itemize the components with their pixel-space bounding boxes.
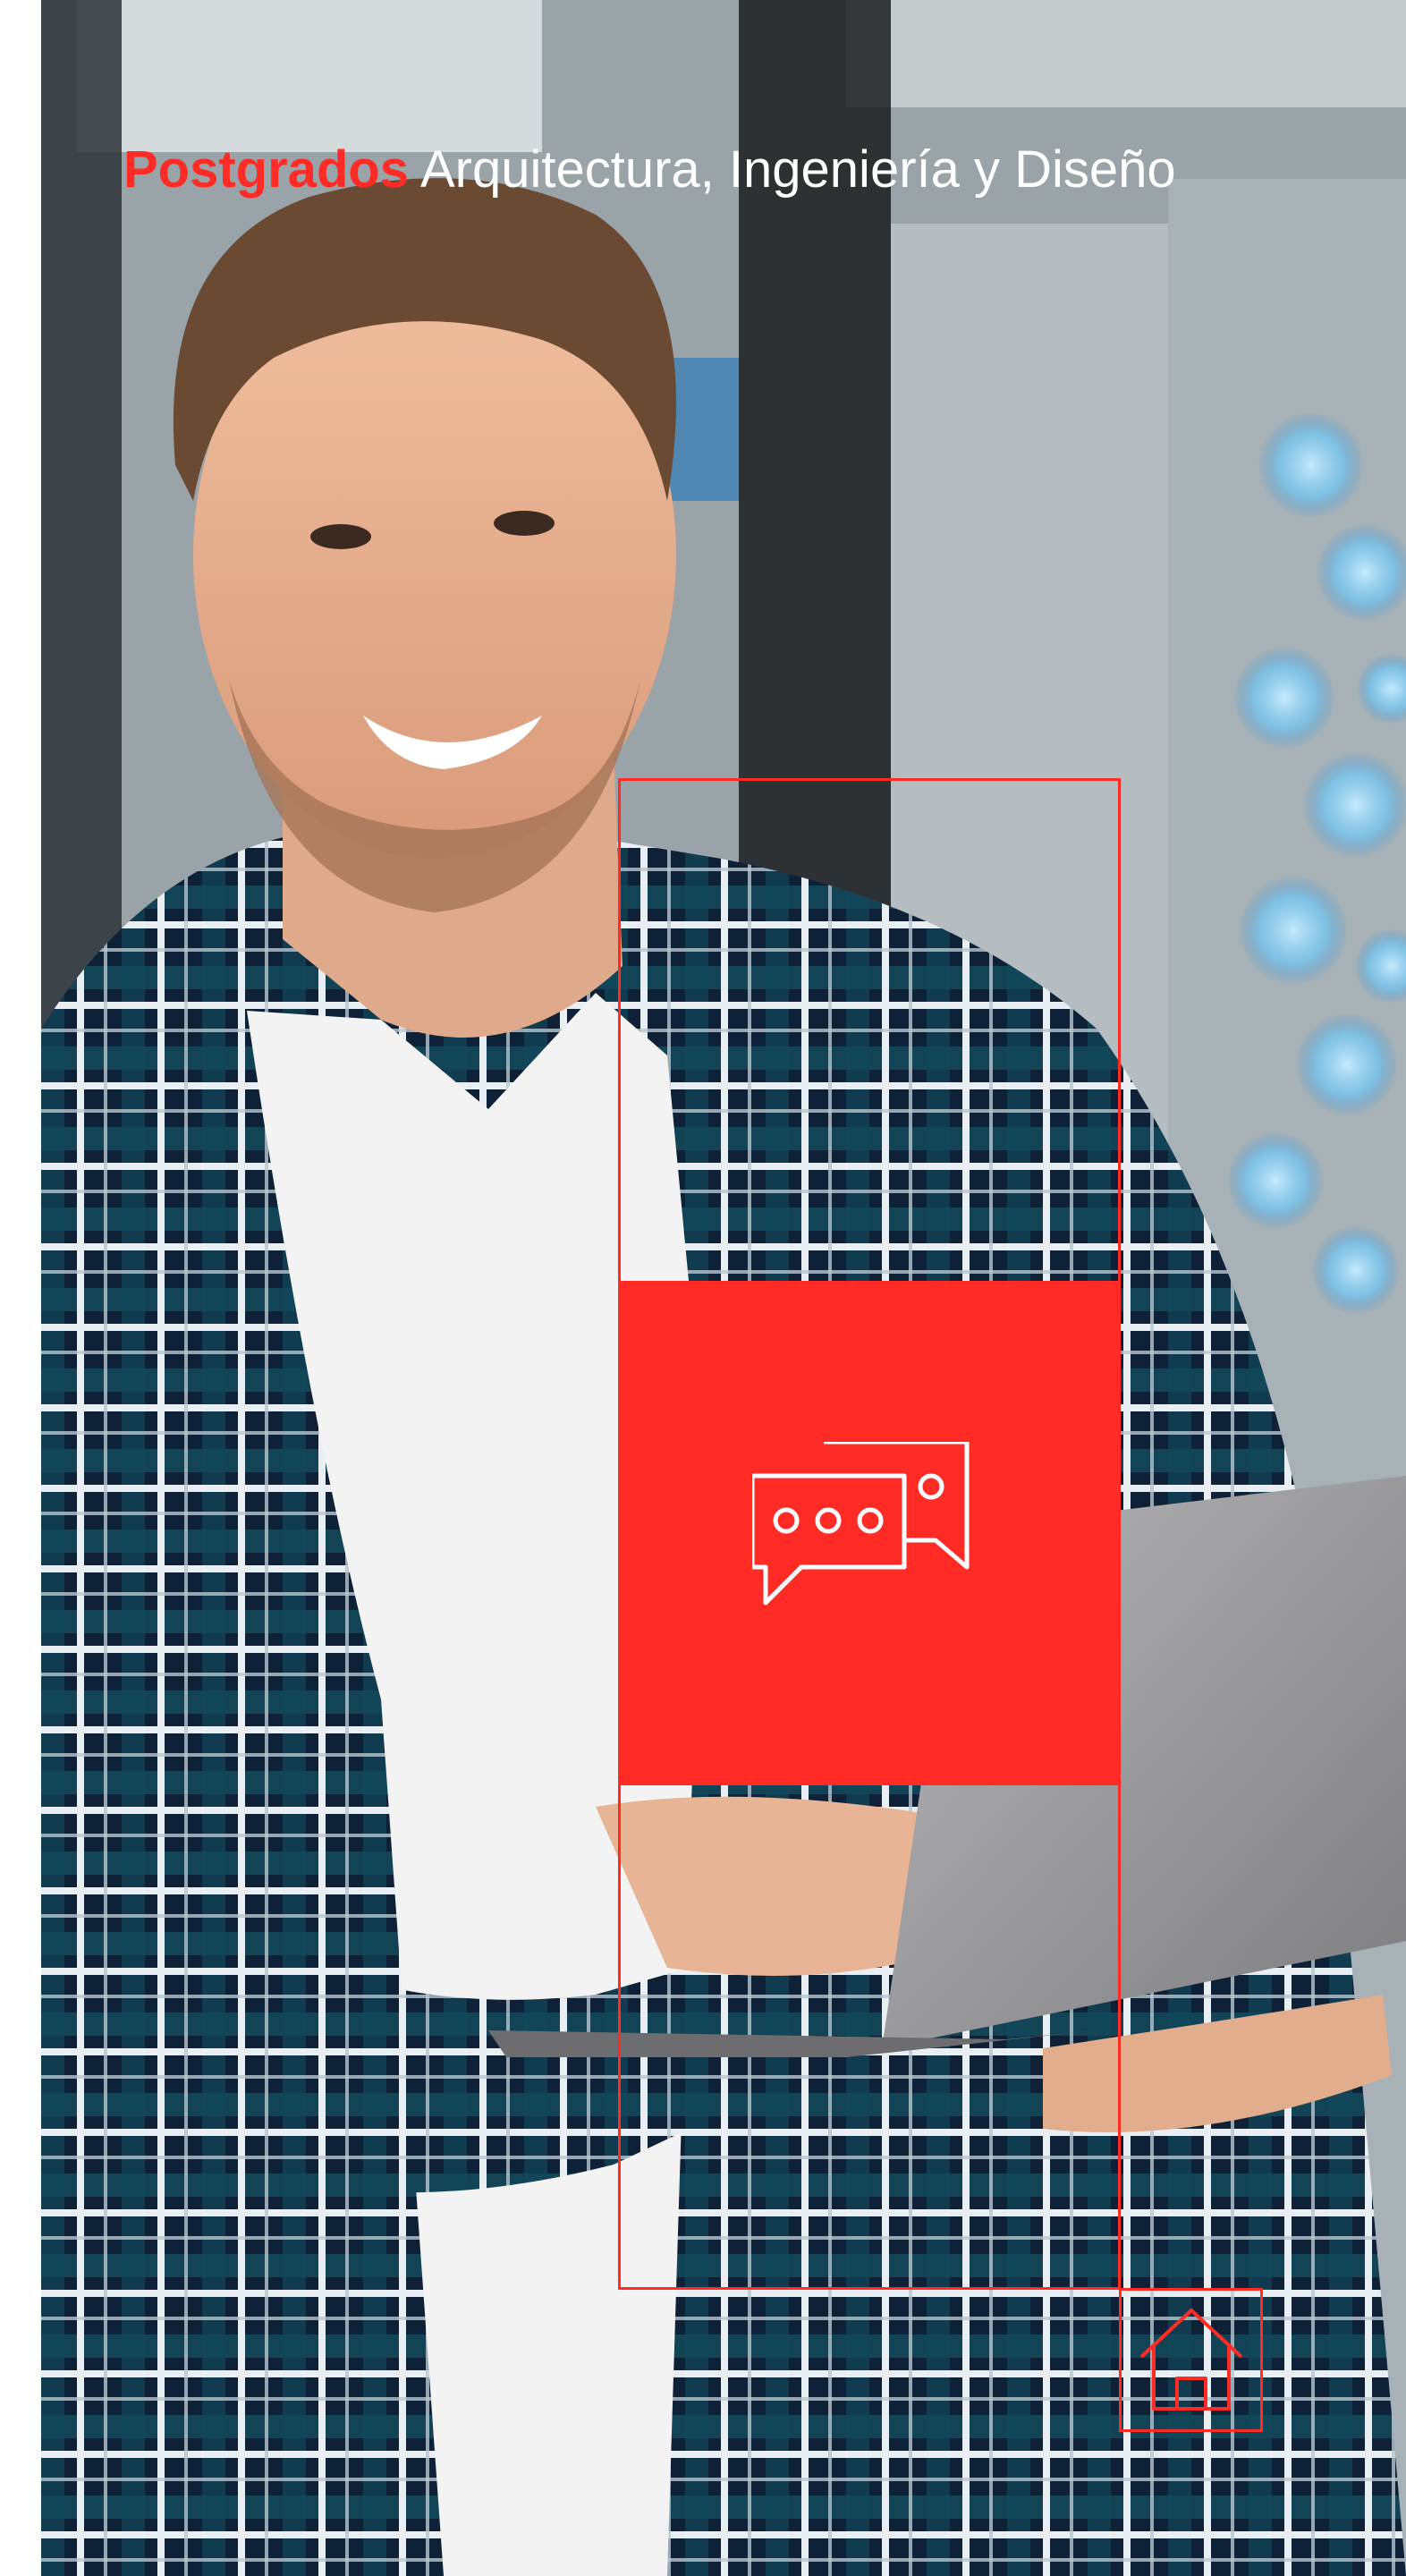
header-accent: Postgrados	[123, 140, 410, 199]
header-title: Arquitectura, Ingeniería y Diseño	[409, 140, 1176, 199]
home-button[interactable]	[1119, 2288, 1263, 2432]
home-icon	[1139, 2309, 1243, 2411]
left-margin-strip	[0, 0, 41, 2576]
chat-tile[interactable]	[618, 1281, 1121, 1785]
chat-bubbles-icon	[752, 1442, 970, 1606]
page-header: Postgrados Arquitectura, Ingeniería y Di…	[123, 134, 1176, 206]
